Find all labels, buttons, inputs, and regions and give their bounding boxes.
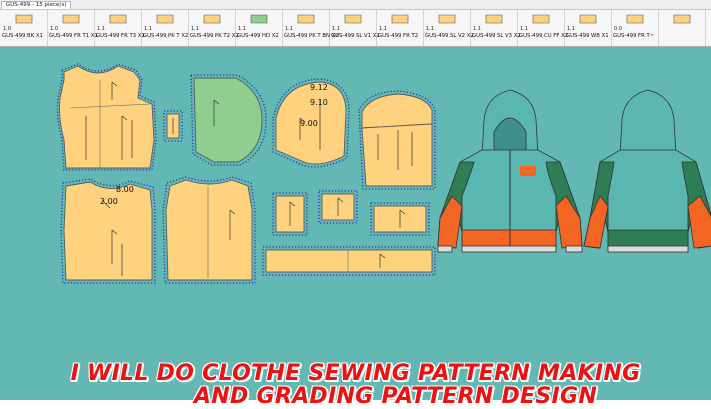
piece-thumbnail[interactable]: 1.1 GUS-499 PK T X2 — [141, 10, 189, 46]
piece-shape-icon — [203, 14, 221, 24]
pattern-piece-back-lower[interactable] — [162, 176, 256, 284]
document-tab[interactable]: GUS-499 - 15 piece(s) — [1, 1, 72, 9]
piece-shape-icon — [109, 14, 127, 24]
piece-thumbnail[interactable]: 1.1 GUS-499 HD X2 — [235, 10, 283, 46]
piece-thumbnail[interactable]: 1.1 GUS-499 PK T2 X2 — [188, 10, 239, 46]
piece-shape-icon — [579, 14, 597, 24]
piece-number: 1.0 — [3, 26, 11, 32]
banner-line-1: I WILL DO CLOTHE SEWING PATTERN MAKING — [70, 361, 641, 386]
piece-shape-icon — [626, 14, 644, 24]
piece-shape-icon — [250, 14, 268, 24]
grade-label: 9.12 — [310, 83, 328, 92]
piece-shape-icon — [391, 14, 409, 24]
piece-label: GUS-499 CU FF X2 — [519, 33, 569, 39]
piece-thumbnail[interactable]: 1.1 GUS-499 FR T3 X1 — [94, 10, 145, 46]
document-tab-bar: GUS-499 - 15 piece(s) — [0, 0, 711, 10]
piece-number: 1.1 — [520, 26, 528, 32]
piece-label: GUS-499 HD X2 — [237, 33, 279, 39]
piece-thumbnail[interactable]: 1.0 GUS-499 BK X1 — [0, 10, 48, 46]
pattern-piece-pocket-a[interactable] — [272, 192, 308, 236]
grade-label: 8.00 — [116, 185, 134, 194]
grade-label: 9.10 — [310, 98, 328, 107]
pattern-piece-waistband[interactable] — [262, 246, 436, 276]
piece-thumbnail[interactable]: 0.0 GUS-499 FR T~ — [611, 10, 659, 46]
pattern-piece-pocket-tab[interactable] — [163, 110, 183, 142]
grade-label: 2.00 — [100, 197, 118, 206]
piece-thumbnail[interactable]: 1.1 GUS-499 SL V2 X2 — [423, 10, 474, 46]
piece-shape-icon — [673, 14, 691, 24]
piece-thumbnail[interactable]: 1.1 GUS-499 PK T BN X2 — [282, 10, 339, 46]
piece-number: 1.1 — [191, 26, 199, 32]
piece-shape-icon — [297, 14, 315, 24]
piece-number: 0.0 — [614, 26, 622, 32]
banner-line-2: AND GRADING PATTERN DESIGN — [193, 384, 598, 409]
piece-thumbnail[interactable] — [658, 10, 706, 46]
piece-label: GUS-499 FR T2 — [378, 33, 419, 39]
piece-thumbnail[interactable]: 1.1 GUS-499 CU FF X2 — [517, 10, 569, 46]
piece-shape-icon — [156, 14, 174, 24]
piece-number: 1.1 — [379, 26, 387, 32]
piece-shape-icon — [15, 14, 33, 24]
jacket-back-illustration — [583, 89, 711, 253]
piece-thumbnail[interactable]: 1.1 GUS-499 SL V1 X2 — [329, 10, 380, 46]
pattern-drawing: .pc { fill:#ffd27f; stroke:#5a5a5a; stro… — [56, 63, 711, 284]
piece-label: GUS-499 SL V1 X2 — [331, 33, 380, 39]
piece-number: 1.1 — [238, 26, 246, 32]
piece-label: GUS-499 FR T3 X1 — [96, 33, 145, 39]
piece-number: 1.1 — [144, 26, 152, 32]
document-tab-label: GUS-499 - 15 piece(s) — [6, 2, 67, 8]
pattern-piece-pocket-b[interactable] — [318, 190, 358, 224]
pattern-canvas[interactable]: .pc { fill:#ffd27f; stroke:#5a5a5a; stro… — [0, 47, 711, 409]
piece-shape-icon — [62, 14, 80, 24]
piece-number: 1.1 — [97, 26, 105, 32]
piece-thumbnail[interactable]: 1.1 GUS-499 WB X1 — [564, 10, 612, 46]
piece-shape-icon — [485, 14, 503, 24]
piece-number: 1.0 — [50, 26, 58, 32]
piece-number: 1.1 — [567, 26, 575, 32]
pattern-piece-hood[interactable] — [190, 74, 267, 166]
grade-label: 9.00 — [300, 119, 318, 128]
piece-shape-icon — [532, 14, 550, 24]
piece-number: 1.1 — [426, 26, 434, 32]
piece-thumbnail[interactable]: 1.0 GUS-499 FR T1 X1 — [47, 10, 98, 46]
piece-number: 1.1 — [285, 26, 293, 32]
piece-number: 1.1 — [332, 26, 340, 32]
piece-label: GUS-499 PK T X2 — [143, 33, 189, 39]
piece-label: GUS-499 FR T1 X1 — [49, 33, 98, 39]
piece-shape-icon — [438, 14, 456, 24]
piece-label: GUS-499 WB X1 — [566, 33, 609, 39]
piece-thumbnail[interactable]: 1.1 GUS-499 FR T2 — [376, 10, 424, 46]
piece-label: GUS-499 BK X1 — [2, 33, 43, 39]
pattern-piece-back[interactable] — [56, 63, 157, 171]
piece-thumbnail[interactable]: 1.1 GUS-499 SL V3 X2 — [470, 10, 521, 46]
piece-shape-icon — [344, 14, 362, 24]
piece-label: GUS-499 SL V3 X2 — [472, 33, 521, 39]
piece-label: GUS-499 FR T~ — [613, 33, 655, 39]
piece-label: GUS-499 SL V2 X2 — [425, 33, 474, 39]
pattern-piece-front-yoke[interactable] — [358, 90, 436, 190]
pattern-piece-pocket-c[interactable] — [370, 202, 430, 236]
pattern-piece-front-left[interactable] — [60, 178, 156, 284]
piece-number: 1.1 — [473, 26, 481, 32]
jacket-front-illustration — [437, 89, 583, 253]
piece-thumbnail-strip: 1.0 GUS-499 BK X1 1.0 GUS-499 FR T1 X1 1.1 GU… — [0, 10, 711, 47]
piece-label: GUS-499 PK T2 X2 — [190, 33, 239, 39]
